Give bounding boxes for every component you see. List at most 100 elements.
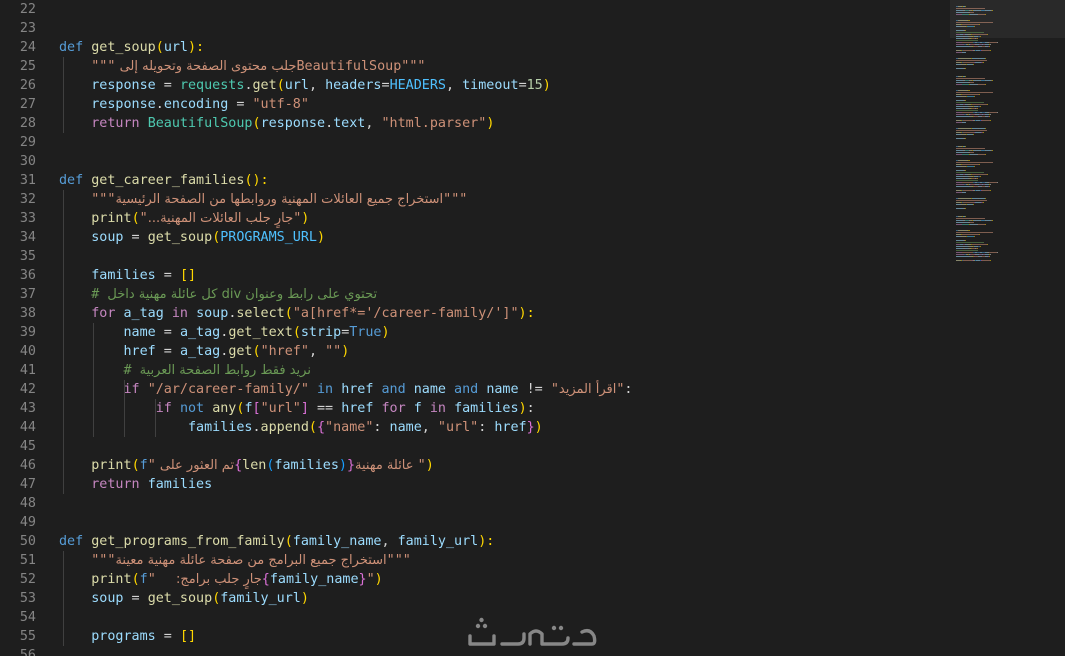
code-line[interactable]: 52 print(f" جارٍ جلب برامج: {family_name… — [0, 570, 950, 589]
code-line[interactable]: 41 # نريد فقط روابط الصفحة العربية — [0, 361, 950, 380]
minimap-mark — [959, 102, 984, 103]
code-line[interactable]: 30 — [0, 152, 950, 171]
minimap-mark — [982, 190, 989, 191]
code-line[interactable]: 29 — [0, 133, 950, 152]
code-line[interactable]: 28 return BeautifulSoup(response.text, "… — [0, 114, 950, 133]
minimap-mark — [960, 22, 991, 23]
minimap-mark — [963, 234, 978, 235]
code-line[interactable]: 33 print("جارٍ جلب العائلات المهنية...") — [0, 209, 950, 228]
line-code: soup = get_soup(PROGRAMS_URL) — [59, 228, 325, 247]
code-line[interactable]: 34 soup = get_soup(PROGRAMS_URL) — [0, 228, 950, 247]
code-line[interactable]: 36 families = [] — [0, 266, 950, 285]
code-token: return — [59, 477, 148, 492]
code-token: get — [252, 78, 277, 93]
minimap-mark — [977, 248, 978, 249]
minimap-mark — [964, 260, 972, 261]
code-line[interactable]: 48 — [0, 494, 950, 513]
minimap-mark — [978, 154, 985, 155]
code-line[interactable]: 35 — [0, 247, 950, 266]
indent-guide — [63, 190, 64, 494]
code-line[interactable]: 43 if not any(f["url"] == href for f in … — [0, 399, 950, 418]
line-number: 41 — [19, 363, 36, 378]
code-line[interactable]: 31 def get_career_families(): — [0, 171, 950, 190]
minimap-mark — [980, 36, 981, 37]
minimap-mark — [965, 240, 966, 241]
minimap-mark — [982, 260, 989, 261]
code-token: , — [308, 344, 326, 359]
minimap-mark — [985, 200, 987, 201]
minimap-mark — [959, 32, 984, 33]
minimap-mark — [956, 114, 964, 115]
minimap-mark — [985, 128, 986, 129]
code-line[interactable]: 26 response = requests.get(url, headers=… — [0, 76, 950, 95]
minimap-mark — [958, 128, 971, 129]
code-token: = — [155, 78, 180, 93]
line-number: 29 — [19, 135, 36, 150]
code-line[interactable]: 51 """استخراج جميع البرامج من صفحة عائلة… — [0, 551, 950, 570]
code-token: = — [155, 344, 180, 359]
code-line[interactable]: 38 for a_tag in soup.select("a[href*='/c… — [0, 304, 950, 323]
code-token: ) — [341, 344, 350, 359]
minimap[interactable] — [950, 0, 1065, 656]
code-line[interactable]: 47 return families — [0, 475, 950, 494]
code-token: } — [346, 458, 356, 473]
minimap-mark — [958, 160, 968, 161]
indent-guide — [124, 380, 125, 437]
code-token: [ — [252, 401, 261, 416]
code-token: ( — [276, 78, 285, 93]
code-line[interactable]: 39 name = a_tag.get_text(strip=True) — [0, 323, 950, 342]
code-line[interactable]: 42 if "/ar/career-family/" in href and n… — [0, 380, 950, 399]
code-line[interactable]: 32 """استخراج جميع العائلات المهنية وروا… — [0, 190, 950, 209]
code-editor[interactable]: 22 23 24 def get_soup(url): 25 """جلب محتوى … — [0, 0, 950, 656]
code-line[interactable]: 44 families.append({"name": name, "url":… — [0, 418, 950, 437]
arabic-token: تم العثور على — [155, 458, 235, 473]
code-token: # — [59, 363, 140, 378]
code-token: ): — [518, 306, 535, 321]
code-token: "" — [325, 344, 342, 359]
minimap-mark — [974, 236, 975, 237]
minimap-mark — [964, 50, 972, 51]
minimap-mark — [956, 256, 969, 257]
code-line[interactable]: 37 # تحتوي على رابط وعنوان div كل عائلة … — [0, 285, 950, 304]
code-token: "url" — [260, 401, 301, 416]
code-line[interactable]: 49 — [0, 513, 950, 532]
minimap-mark — [980, 106, 981, 107]
code-token: "/ar/career-family/" — [147, 382, 309, 397]
code-token: family_name — [269, 572, 359, 587]
code-line[interactable]: 22 — [0, 0, 950, 19]
code-token: ( — [252, 116, 261, 131]
code-token: """ — [386, 553, 411, 568]
minimap-mark — [962, 110, 978, 111]
code-line[interactable]: 24 def get_soup(url): — [0, 38, 950, 57]
code-token: get — [228, 344, 253, 359]
line-code: return BeautifulSoup(response.text, "htm… — [59, 114, 494, 133]
code-line[interactable]: 46 print(f"تم العثور على {len(families)}… — [0, 456, 950, 475]
minimap-mark — [973, 64, 974, 65]
minimap-mark — [956, 208, 963, 209]
line-code: # تحتوي على رابط وعنوان div كل عائلة مهن… — [59, 285, 377, 304]
code-token: def — [59, 173, 92, 188]
code-token: a_tag — [179, 344, 221, 359]
minimap-mark — [990, 190, 991, 191]
code-line[interactable]: 53 soup = get_soup(family_url) — [0, 589, 950, 608]
code-line[interactable]: 40 href = a_tag.get("href", "") — [0, 342, 950, 361]
code-line[interactable]: 25 """جلب محتوى الصفحة وتحويله إلى Beaut… — [0, 57, 950, 76]
minimap-mark — [970, 12, 974, 13]
minimap-mark — [962, 14, 969, 15]
code-token: , — [446, 78, 463, 93]
code-token: (): — [244, 173, 269, 188]
code-token: """ — [59, 59, 116, 74]
code-token: = — [228, 97, 253, 112]
line-code: print("جارٍ جلب العائلات المهنية...") — [59, 209, 309, 228]
minimap-mark — [960, 162, 991, 163]
minimap-mark — [965, 62, 974, 63]
code-line[interactable]: 45 — [0, 437, 950, 456]
line-code: print(f"تم العثور على {len(families)} عا… — [59, 456, 434, 475]
minimap-mark — [985, 154, 986, 155]
code-line[interactable]: 23 — [0, 19, 950, 38]
code-line[interactable]: 50 def get_programs_from_family(family_na… — [0, 532, 950, 551]
code-token: ( — [155, 40, 164, 55]
minimap-mark — [960, 60, 985, 61]
minimap-mark — [960, 130, 985, 131]
code-line[interactable]: 27 response.encoding = "utf-8" — [0, 95, 950, 114]
